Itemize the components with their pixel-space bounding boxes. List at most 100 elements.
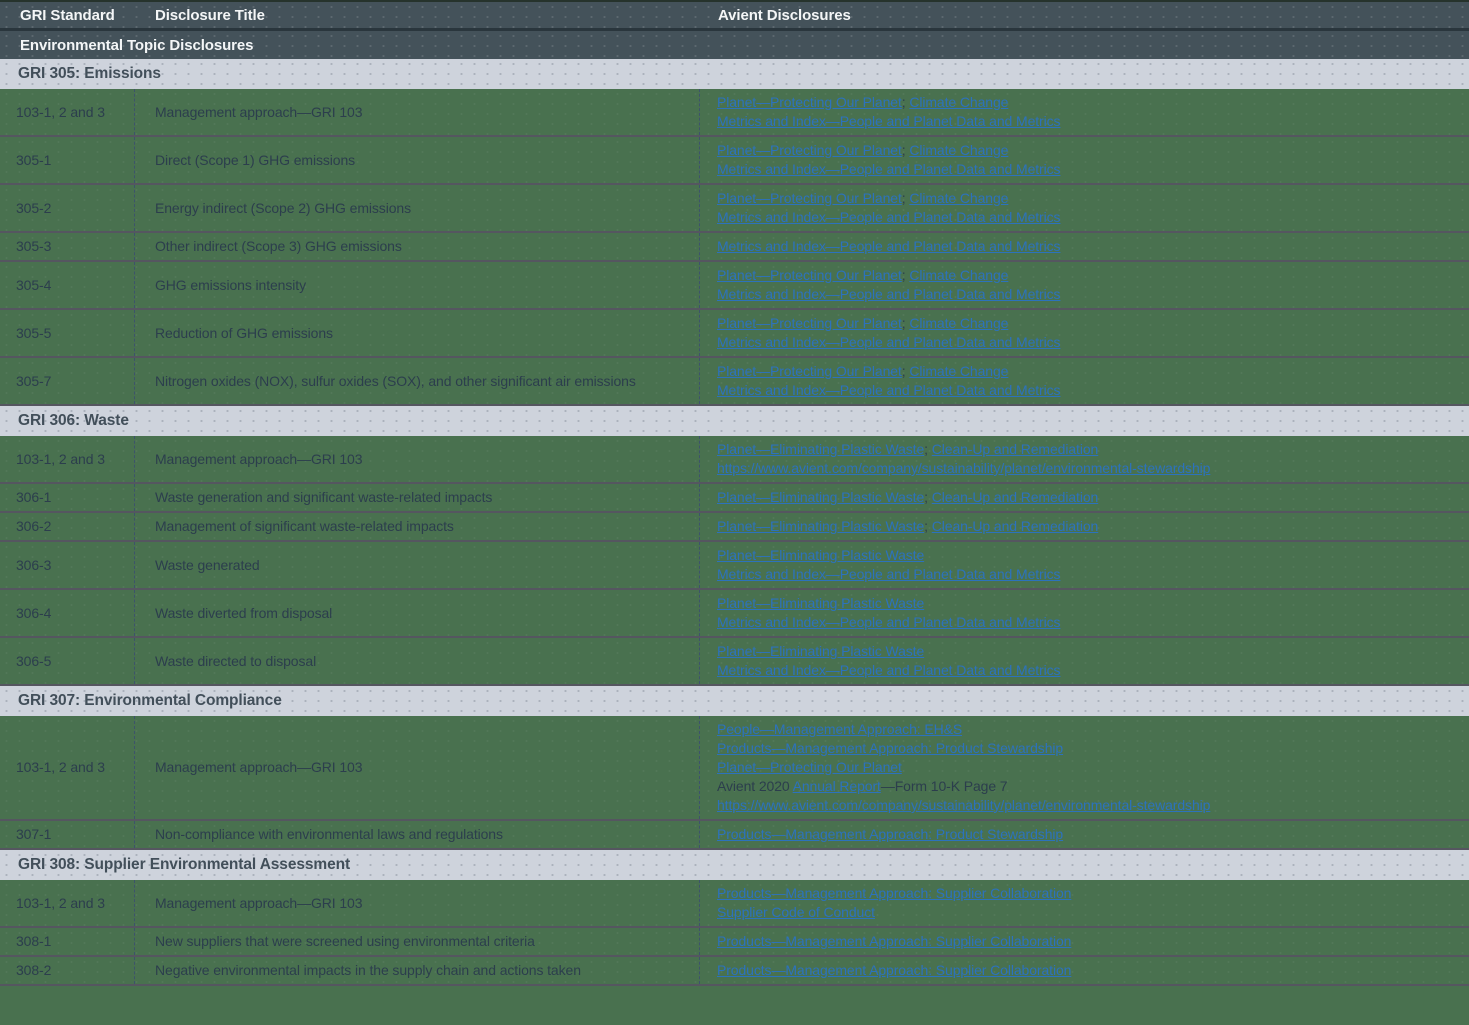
disclosure-line: Products—Management Approach: Supplier C… xyxy=(717,961,1455,980)
disclosure-title-text: Reduction of GHG emissions xyxy=(155,324,685,343)
gri-standard-cell: 103-1, 2 and 3 xyxy=(0,436,135,482)
gri-standard-code: 306-1 xyxy=(16,488,134,507)
disclosure-link[interactable]: Metrics and Index—People and Planet Data… xyxy=(717,382,1060,398)
disclosure-link[interactable]: Products—Management Approach: Product St… xyxy=(717,826,1063,842)
group-header: GRI 308: Supplier Environmental Assessme… xyxy=(0,850,1469,880)
table-row: 103-1, 2 and 3Management approach—GRI 10… xyxy=(0,436,1469,484)
disclosure-line: Avient 2020 Annual Report—Form 10-K Page… xyxy=(717,777,1455,796)
gri-standard-cell: 306-2 xyxy=(0,513,135,540)
avient-disclosures-cell: Planet—Eliminating Plastic Waste; Clean-… xyxy=(700,513,1469,540)
disclosure-link[interactable]: Supplier Code of Conduct xyxy=(717,904,875,920)
disclosure-link[interactable]: Metrics and Index—People and Planet Data… xyxy=(717,238,1060,254)
disclosure-link[interactable]: Planet—Eliminating Plastic Waste xyxy=(717,518,924,534)
disclosure-link[interactable]: Planet—Protecting Our Planet xyxy=(717,94,902,110)
disclosure-link[interactable]: Climate Change xyxy=(909,190,1008,206)
disclosure-link[interactable]: Products—Management Approach: Supplier C… xyxy=(717,933,1071,949)
disclosure-line: Planet—Eliminating Plastic Waste xyxy=(717,546,1455,565)
gri-standard-code: 305-3 xyxy=(16,237,134,256)
disclosure-link[interactable]: Clean-Up and Remediation xyxy=(932,489,1098,505)
avient-disclosures-cell: Metrics and Index—People and Planet Data… xyxy=(700,233,1469,260)
column-header-disclosure-title: Disclosure Title xyxy=(135,2,700,28)
gri-standard-code: 305-2 xyxy=(16,199,134,218)
disclosure-link[interactable]: Metrics and Index—People and Planet Data… xyxy=(717,566,1060,582)
disclosure-plain-text: ; xyxy=(924,489,932,505)
disclosure-link[interactable]: Planet—Eliminating Plastic Waste xyxy=(717,547,924,563)
disclosure-title-cell: Management approach—GRI 103 xyxy=(135,880,700,926)
gri-standard-cell: 103-1, 2 and 3 xyxy=(0,716,135,819)
section-header-environmental: Environmental Topic Disclosures xyxy=(0,31,1469,59)
disclosure-link[interactable]: Planet—Eliminating Plastic Waste xyxy=(717,595,924,611)
gri-standard-cell: 307-1 xyxy=(0,821,135,848)
disclosure-link[interactable]: Planet—Eliminating Plastic Waste xyxy=(717,643,924,659)
disclosure-title-text: Waste generation and significant waste-r… xyxy=(155,488,685,507)
disclosure-link[interactable]: Metrics and Index—People and Planet Data… xyxy=(717,334,1060,350)
gri-standard-code: 103-1, 2 and 3 xyxy=(16,894,134,913)
avient-disclosures-cell: Products—Management Approach: Supplier C… xyxy=(700,880,1469,926)
disclosure-link[interactable]: Planet—Protecting Our Planet xyxy=(717,315,902,331)
disclosure-link[interactable]: Planet—Protecting Our Planet xyxy=(717,142,902,158)
gri-standard-cell: 306-4 xyxy=(0,590,135,636)
disclosure-link[interactable]: Climate Change xyxy=(909,363,1008,379)
disclosure-link[interactable]: Climate Change xyxy=(909,94,1008,110)
disclosure-link[interactable]: Clean-Up and Remediation xyxy=(932,441,1098,457)
disclosure-link[interactable]: Planet—Protecting Our Planet xyxy=(717,363,902,379)
disclosure-line: Products—Management Approach: Supplier C… xyxy=(717,932,1455,951)
disclosure-link[interactable]: https://www.avient.com/company/sustainab… xyxy=(717,460,1210,476)
gri-standard-cell: 305-7 xyxy=(0,358,135,404)
disclosure-link[interactable]: Planet—Eliminating Plastic Waste xyxy=(717,441,924,457)
avient-disclosures-cell: Planet—Eliminating Plastic Waste Metrics … xyxy=(700,638,1469,684)
disclosure-plain-text: Avient 2020 xyxy=(717,778,793,794)
disclosure-plain-text: ; xyxy=(924,518,932,534)
gri-standard-cell: 305-2 xyxy=(0,185,135,231)
table-row: 305-7Nitrogen oxides (NOX), sulfur oxide… xyxy=(0,358,1469,406)
disclosure-title-text: Direct (Scope 1) GHG emissions xyxy=(155,151,685,170)
disclosure-link[interactable]: https://www.avient.com/company/sustainab… xyxy=(717,797,1210,813)
disclosure-link[interactable]: Products—Management Approach: Supplier C… xyxy=(717,885,1071,901)
table-row: 103-1, 2 and 3Management approach—GRI 10… xyxy=(0,89,1469,137)
disclosure-link[interactable]: Metrics and Index—People and Planet Data… xyxy=(717,286,1060,302)
disclosure-title-cell: New suppliers that were screened using e… xyxy=(135,928,700,955)
disclosure-title-cell: Direct (Scope 1) GHG emissions xyxy=(135,137,700,183)
gri-standard-cell: 306-5 xyxy=(0,638,135,684)
disclosure-title-cell: Reduction of GHG emissions xyxy=(135,310,700,356)
disclosure-title-text: GHG emissions intensity xyxy=(155,276,685,295)
avient-disclosures-cell: Products—Management Approach: Supplier C… xyxy=(700,928,1469,955)
disclosure-link[interactable]: Products—Management Approach: Product St… xyxy=(717,740,1063,756)
disclosure-title-text: Non-compliance with environmental laws a… xyxy=(155,825,685,844)
disclosure-link[interactable]: Metrics and Index—People and Planet Data… xyxy=(717,662,1060,678)
disclosure-line: Metrics and Index—People and Planet Data… xyxy=(717,285,1455,304)
table-row: 306-3Waste generatedPlanet—Eliminating P… xyxy=(0,542,1469,590)
gri-standard-code: 307-1 xyxy=(16,825,134,844)
gri-standard-code: 305-4 xyxy=(16,276,134,295)
disclosure-link[interactable]: Metrics and Index—People and Planet Data… xyxy=(717,614,1060,630)
disclosure-link[interactable]: Planet—Eliminating Plastic Waste xyxy=(717,489,924,505)
disclosure-line: Products—Management Approach: Supplier C… xyxy=(717,884,1455,903)
disclosure-link[interactable]: Metrics and Index—People and Planet Data… xyxy=(717,209,1060,225)
disclosure-line: Planet—Eliminating Plastic Waste xyxy=(717,642,1455,661)
disclosure-link[interactable]: People—Management Approach: EH&S xyxy=(717,721,962,737)
disclosure-link[interactable]: Metrics and Index—People and Planet Data… xyxy=(717,113,1060,129)
disclosure-link[interactable]: Products—Management Approach: Supplier C… xyxy=(717,962,1071,978)
disclosure-link[interactable]: Climate Change xyxy=(909,142,1008,158)
disclosure-title-text: Negative environmental impacts in the su… xyxy=(155,961,685,980)
disclosure-link[interactable]: Climate Change xyxy=(909,267,1008,283)
disclosure-link[interactable]: Planet—Protecting Our Planet xyxy=(717,190,902,206)
table-row: 103-1, 2 and 3Management approach—GRI 10… xyxy=(0,716,1469,821)
group-header: GRI 305: Emissions xyxy=(0,59,1469,89)
disclosure-line: Metrics and Index—People and Planet Data… xyxy=(717,112,1455,131)
disclosure-link[interactable]: Clean-Up and Remediation xyxy=(932,518,1098,534)
disclosure-plain-text: —Form 10-K Page 7 xyxy=(881,778,1008,794)
avient-disclosures-cell: Planet—Protecting Our Planet; Climate Ch… xyxy=(700,310,1469,356)
disclosure-line: Metrics and Index—People and Planet Data… xyxy=(717,333,1455,352)
disclosure-link[interactable]: Planet—Protecting Our Planet xyxy=(717,267,902,283)
disclosure-title-cell: Other indirect (Scope 3) GHG emissions xyxy=(135,233,700,260)
gri-standard-code: 103-1, 2 and 3 xyxy=(16,450,134,469)
disclosure-link[interactable]: Metrics and Index—People and Planet Data… xyxy=(717,161,1060,177)
gri-standard-cell: 305-4 xyxy=(0,262,135,308)
disclosure-link[interactable]: Climate Change xyxy=(909,315,1008,331)
table-row: 308-2Negative environmental impacts in t… xyxy=(0,957,1469,986)
disclosure-line: Products—Management Approach: Product St… xyxy=(717,739,1455,758)
disclosure-link[interactable]: Planet—Protecting Our Planet xyxy=(717,759,902,775)
disclosure-link[interactable]: Annual Report xyxy=(793,778,881,794)
disclosure-line: Planet—Eliminating Plastic Waste; Clean-… xyxy=(717,517,1455,536)
